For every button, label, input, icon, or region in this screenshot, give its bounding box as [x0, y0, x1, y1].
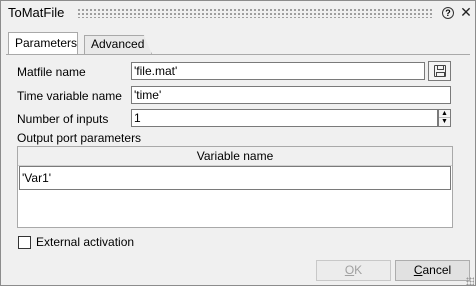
output-port-table: Variable name 'Var1' — [17, 146, 453, 228]
dialog-title: ToMatFile — [8, 5, 65, 20]
resize-grip[interactable] — [466, 277, 474, 285]
output-port-parameters-label: Output port parameters — [17, 131, 142, 145]
cancel-button[interactable]: Cancel — [395, 260, 470, 281]
external-activation-label[interactable]: External activation — [36, 235, 134, 249]
time-variable-name-input[interactable]: 'time' — [131, 86, 451, 104]
number-of-inputs-label: Number of inputs — [17, 112, 109, 126]
tab-advanced[interactable]: Advanced — [84, 35, 152, 54]
external-activation-checkbox[interactable] — [18, 236, 31, 249]
tab-parameters[interactable]: Parameters — [8, 32, 78, 54]
floppy-disk-icon — [434, 65, 446, 77]
matfile-name-input[interactable]: 'file.mat' — [131, 62, 425, 80]
ok-button[interactable]: OK — [316, 260, 391, 281]
spin-up-icon[interactable]: ▲ — [439, 110, 450, 118]
cancel-button-label: Cancel — [413, 263, 452, 277]
number-of-inputs-input[interactable]: 1 — [131, 109, 438, 127]
matfile-name-label: Matfile name — [17, 65, 86, 79]
close-icon[interactable]: ✕ — [459, 4, 473, 20]
title-bar[interactable]: ToMatFile ? ✕ — [1, 1, 475, 25]
help-icon[interactable]: ? — [442, 7, 454, 19]
time-variable-name-label: Time variable name — [17, 89, 122, 103]
spin-down-icon[interactable]: ▼ — [439, 118, 450, 126]
ok-button-label: OK — [344, 263, 363, 277]
variable-name-column-header: Variable name — [18, 147, 452, 166]
browse-button[interactable] — [428, 61, 451, 81]
tomatfile-dialog: ToMatFile ? ✕ Parameters Advanced Matfil… — [0, 0, 476, 286]
variable-name-cell[interactable]: 'Var1' — [19, 166, 451, 190]
number-of-inputs-stepper[interactable]: ▲ ▼ — [438, 109, 451, 127]
drag-grip[interactable] — [77, 8, 433, 18]
